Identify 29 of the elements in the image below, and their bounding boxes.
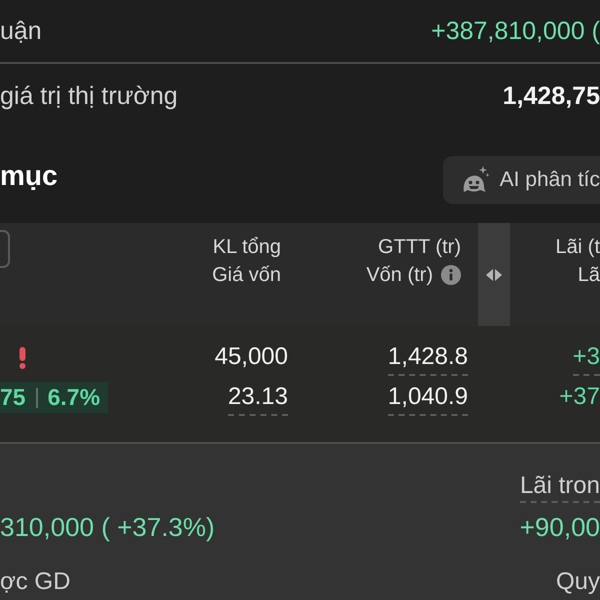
- column-header: Giá vốn: [212, 263, 281, 288]
- column-resize-handle[interactable]: [478, 223, 510, 326]
- table-row[interactable]: 75 6.7% 45,000 23.13 1,428.8 1,040.9 +3 +37: [0, 326, 600, 444]
- column-header: Vốn (tr): [366, 263, 433, 288]
- footer-value: +90,00: [520, 511, 600, 544]
- table-cell: 1,428.8: [388, 340, 468, 376]
- footer-label: ợc GD: [0, 567, 70, 597]
- table-cell-text: 45,000: [214, 342, 288, 372]
- table-cell: +3: [572, 340, 600, 376]
- column-header: Lãi (t: [556, 235, 600, 260]
- summary-label: uận: [0, 16, 42, 46]
- table-cell: 23.13: [228, 380, 288, 416]
- column-header: Lã: [578, 263, 600, 288]
- column-header: KL tổng: [212, 235, 281, 260]
- summary-value: 1,428,75: [502, 82, 600, 110]
- table-cell: 1,040.9: [388, 380, 468, 416]
- ai-analysis-button[interactable]: AI phân tíc: [442, 156, 600, 204]
- summary-label: giá trị thị trường: [0, 82, 178, 110]
- price-text: 75: [0, 384, 26, 411]
- column-header: GTTT (tr): [378, 235, 461, 260]
- info-icon[interactable]: [441, 265, 461, 285]
- footer-label: Lãi tron: [520, 471, 600, 503]
- table-cell-text: +37: [559, 382, 600, 412]
- left-right-arrows-icon: [486, 268, 502, 280]
- change-percent: 6.7%: [48, 384, 100, 411]
- section-title: mục: [0, 160, 58, 192]
- footer-value: 310,000 ( +37.3%): [0, 511, 215, 544]
- footer-label: Quy: [556, 567, 600, 597]
- summary-value: +387,810,000 (: [431, 16, 600, 46]
